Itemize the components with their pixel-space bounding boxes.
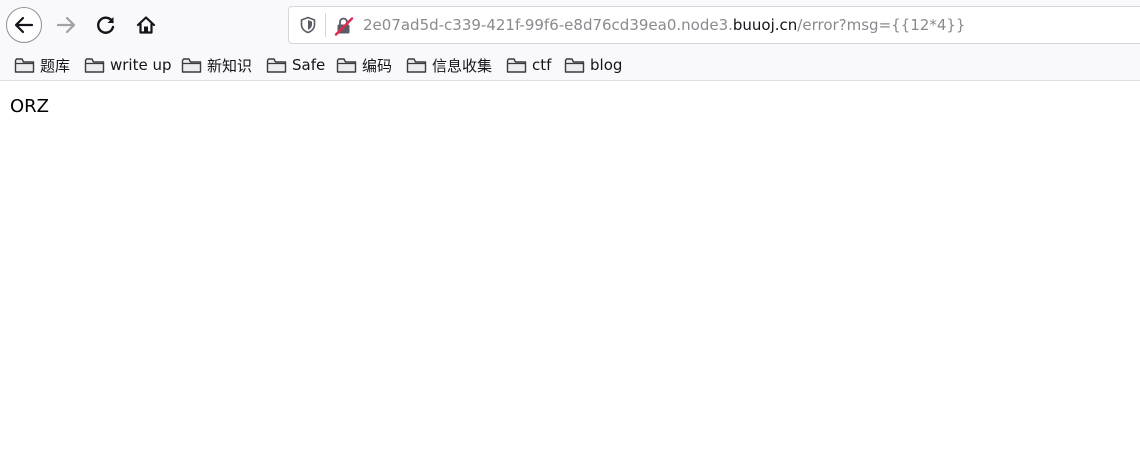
bookmark-folder-2[interactable]: 新知识 [181,54,252,76]
back-button[interactable] [6,7,42,43]
folder-icon [84,57,105,73]
home-button[interactable] [128,7,164,43]
forward-button[interactable] [48,7,84,43]
shield-icon[interactable] [299,16,317,34]
bookmark-label: blog [590,56,623,74]
bookmark-label: Safe [292,56,326,74]
folder-icon [181,57,202,73]
page-body-text: ORZ [10,96,50,117]
bookmark-folder-0[interactable]: 题库 [14,54,70,76]
bookmark-folder-6[interactable]: ctf [506,54,551,76]
reload-icon [97,16,115,34]
bookmark-folder-7[interactable]: blog [564,54,622,76]
bookmark-folder-1[interactable]: write up [84,54,172,76]
bookmark-label: 信息收集 [432,56,493,75]
bookmark-label: 编码 [362,56,393,75]
insecure-connection-icon[interactable] [334,16,354,36]
page-content: ORZ [0,81,1140,133]
url-text[interactable]: 2e07ad5d-c339-421f-99f6-e8d76cd39ea0.nod… [363,16,965,34]
bookmark-folder-5[interactable]: 信息收集 [406,54,492,76]
url-divider [325,13,326,37]
folder-icon [14,57,35,73]
url-host: buuoj.cn [732,16,798,34]
bookmark-folder-3[interactable]: Safe [266,54,325,76]
folder-icon [564,57,585,73]
url-prefix: 2e07ad5d-c339-421f-99f6-e8d76cd39ea0.nod… [363,16,733,34]
forward-arrow-icon [56,16,76,34]
bookmarks-toolbar: 题库 write up 新知识 Safe 编码 信息收集 ctf blog [0,50,1140,81]
home-icon [136,16,156,34]
browser-toolbar: 2e07ad5d-c339-421f-99f6-e8d76cd39ea0.nod… [0,0,1140,50]
url-bar[interactable]: 2e07ad5d-c339-421f-99f6-e8d76cd39ea0.nod… [288,6,1140,44]
bookmark-label: ctf [532,56,552,74]
folder-icon [266,57,287,73]
folder-icon [336,57,357,73]
bookmark-folder-4[interactable]: 编码 [336,54,392,76]
folder-icon [506,57,527,73]
url-path: /error?msg={{12*4}} [797,16,966,34]
bookmark-label: 新知识 [207,56,253,75]
reload-button[interactable] [88,7,124,43]
back-arrow-icon [14,16,34,34]
bookmark-label: write up [110,56,172,74]
bookmark-label: 题库 [40,56,71,75]
folder-icon [406,57,427,73]
